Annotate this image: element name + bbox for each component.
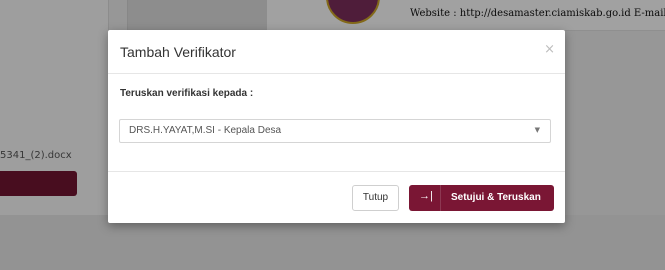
modal-footer: Tutup →| Setujui & Teruskan — [108, 172, 565, 224]
verifier-select-value: DRS.H.YAYAT,M.SI - Kepala Desa — [129, 125, 282, 136]
modal-body: Teruskan verifikasi kepada : DRS.H.YAYAT… — [108, 74, 565, 172]
tambah-verifikator-modal: Tambah Verifikator × Teruskan verifikasi… — [108, 30, 565, 223]
setujui-teruskan-button[interactable]: →| Setujui & Teruskan — [409, 185, 554, 211]
modal-title: Tambah Verifikator — [120, 44, 236, 60]
modal-header: Tambah Verifikator × — [108, 30, 565, 74]
forward-arrow-icon: →| — [419, 190, 433, 202]
close-icon[interactable]: × — [544, 42, 555, 57]
button-divider — [440, 185, 441, 211]
chevron-down-icon: ▼ — [534, 126, 540, 134]
tutup-button[interactable]: Tutup — [352, 185, 399, 211]
setujui-teruskan-label: Setujui & Teruskan — [451, 192, 541, 203]
verifier-select[interactable]: DRS.H.YAYAT,M.SI - Kepala Desa ▼ — [119, 119, 551, 143]
verifier-field-label: Teruskan verifikasi kepada : — [120, 88, 254, 99]
